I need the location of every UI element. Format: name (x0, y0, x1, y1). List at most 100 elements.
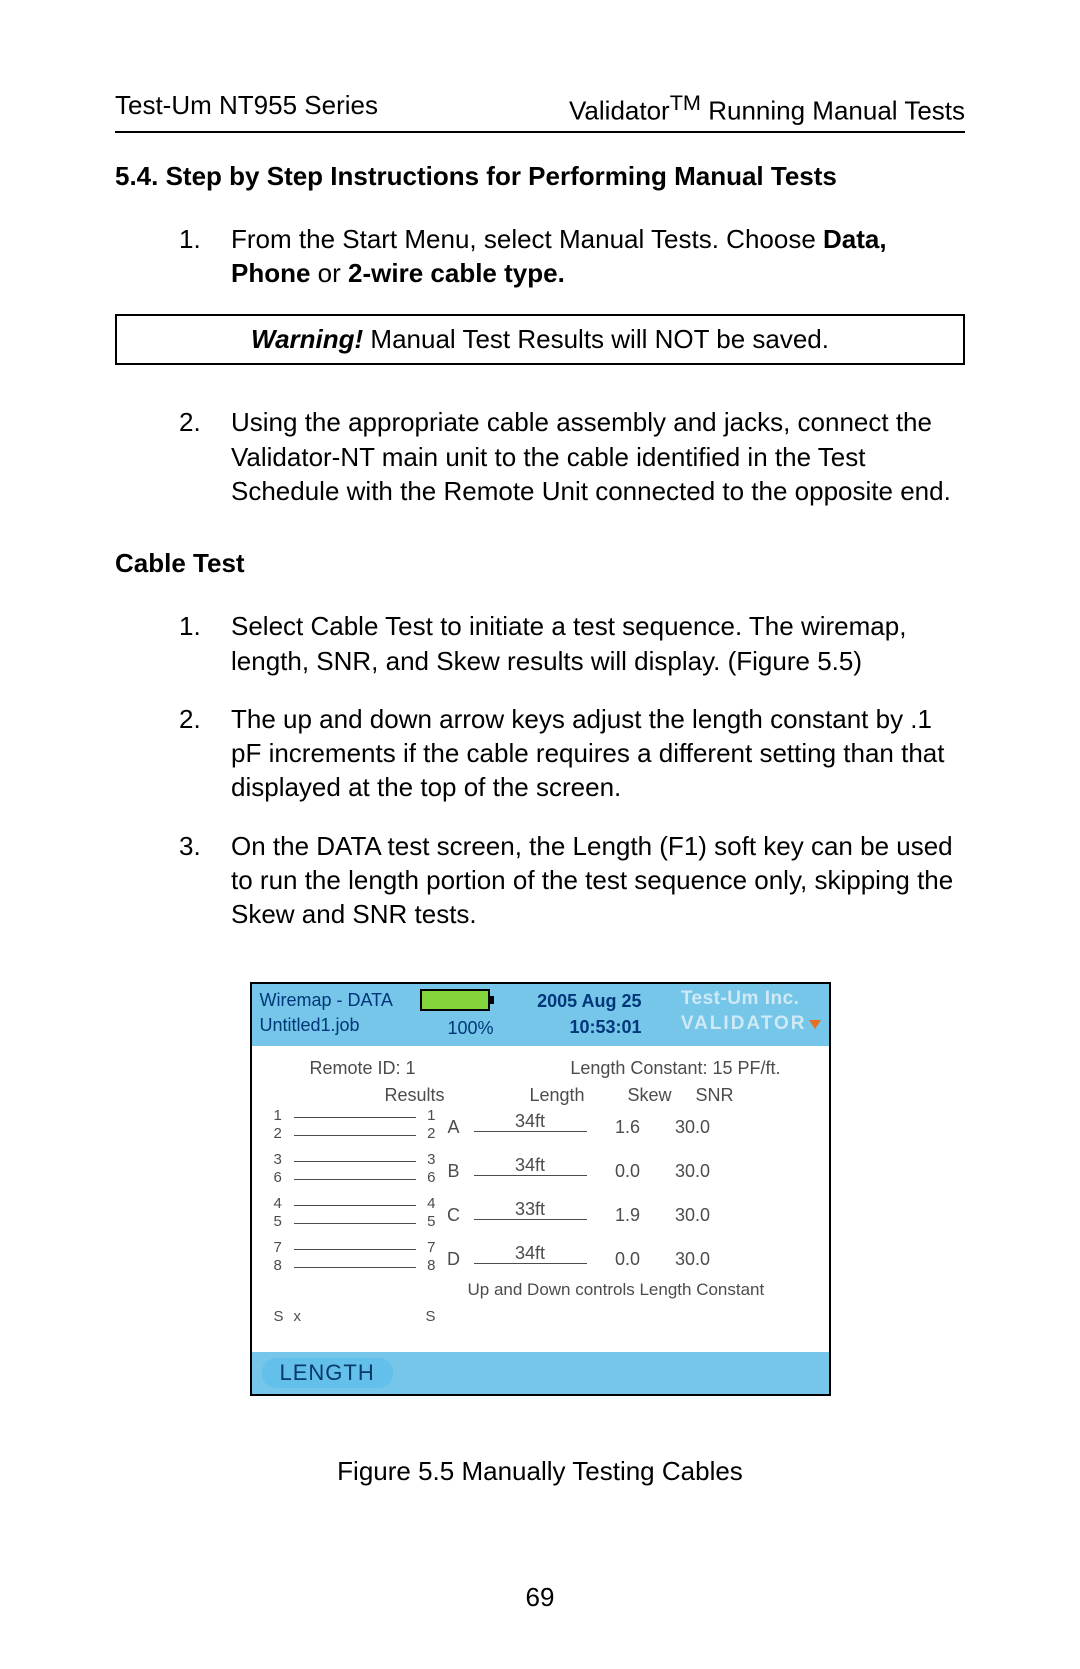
list-body: The up and down arrow keys adjust the le… (231, 702, 965, 805)
header-length: Length (500, 1085, 615, 1106)
wire-line (294, 1205, 416, 1206)
skew-value: 1.9 (593, 1205, 663, 1226)
warning-label: Warning! (251, 324, 363, 354)
pin-left: 5 (274, 1213, 282, 1230)
info-row: Remote ID: 1 Length Constant: 15 PF/ft. (270, 1058, 811, 1085)
pair-label: C (440, 1205, 468, 1226)
softkey-length[interactable]: LENGTH (262, 1358, 393, 1388)
list-body: Select Cable Test to initiate a test seq… (231, 609, 965, 678)
battery-percent: 100% (448, 1018, 494, 1039)
column-headers: Results Length Skew SNR (270, 1085, 811, 1106)
list-body: From the Start Menu, select Manual Tests… (231, 222, 965, 291)
pair-label: D (440, 1249, 468, 1270)
pin-right: 8 (427, 1257, 435, 1274)
device-softkey-bar: LENGTH (252, 1352, 829, 1394)
text-bold: 2-wire cable type. (348, 258, 565, 288)
text-run: From the Start Menu, select Manual Tests… (231, 224, 823, 254)
list-item: 2. The up and down arrow keys adjust the… (179, 702, 965, 805)
list-item: 2. Using the appropriate cable assembly … (179, 405, 965, 508)
wiremap-shield: S x S (270, 1308, 440, 1328)
pin-right: 3 (427, 1151, 435, 1168)
brand-product: VALIDATOR (681, 1013, 807, 1034)
length-cell: 34ft (468, 1249, 593, 1270)
list-body: Using the appropriate cable assembly and… (231, 405, 965, 508)
header-skew: Skew (615, 1085, 685, 1106)
page: Test-Um NT955 Series ValidatorTM Running… (0, 0, 1080, 1669)
length-value: 34ft (515, 1111, 545, 1131)
wire-line (294, 1117, 416, 1118)
skew-value: 0.0 (593, 1249, 663, 1270)
length-cell: 34ft (468, 1117, 593, 1138)
length-underline-icon (474, 1131, 587, 1132)
dropdown-triangle-icon (809, 1020, 821, 1029)
pin-left: 2 (274, 1125, 282, 1142)
skew-value: 0.0 (593, 1161, 663, 1182)
wiremap-pair: 3636 (270, 1153, 440, 1191)
pair-row: 3636B34ft0.030.0 (270, 1150, 811, 1194)
list-number: 1. (179, 609, 231, 678)
list-item: 1. Select Cable Test to initiate a test … (179, 609, 965, 678)
snr-value: 30.0 (663, 1249, 723, 1270)
pair-row: 4545C33ft1.930.0 (270, 1194, 811, 1238)
length-cell: 34ft (468, 1161, 593, 1182)
pin-left: 4 (274, 1195, 282, 1212)
list-number: 3. (179, 829, 231, 932)
pin-left: 6 (274, 1169, 282, 1186)
length-value: 33ft (515, 1199, 545, 1219)
header-left: Test-Um NT955 Series (115, 90, 378, 127)
snr-value: 30.0 (663, 1117, 723, 1138)
wiremap-pair: 7878 (270, 1241, 440, 1279)
subsection-heading: Cable Test (115, 548, 965, 579)
date-label: 2005 Aug 25 (522, 988, 642, 1014)
pair-row: 1212A34ft1.630.0 (270, 1106, 811, 1150)
pin-right: 2 (427, 1125, 435, 1142)
pin-right: 6 (427, 1169, 435, 1186)
job-filename: Untitled1.job (260, 1013, 393, 1038)
wire-line (294, 1161, 416, 1162)
list-number: 1. (179, 222, 231, 291)
pair-row: 7878D34ft0.030.0 (270, 1238, 811, 1282)
figure-caption: Figure 5.5 Manually Testing Cables (250, 1456, 831, 1487)
device-screenshot: Wiremap - DATA Untitled1.job 100% 2005 A… (250, 982, 831, 1396)
list-number: 2. (179, 405, 231, 508)
wire-line (294, 1179, 416, 1180)
shield-x: x (294, 1308, 302, 1325)
device-title-block: Wiremap - DATA Untitled1.job (252, 984, 401, 1046)
header-right-section: Running Manual Tests (701, 96, 965, 126)
ordered-list-main-cont: 2. Using the appropriate cable assembly … (179, 405, 965, 508)
length-underline-icon (474, 1263, 587, 1264)
pin-left: 8 (274, 1257, 282, 1274)
ordered-list-main: 1. From the Start Menu, select Manual Te… (179, 222, 965, 291)
list-item: 1. From the Start Menu, select Manual Te… (179, 222, 965, 291)
header-right: ValidatorTM Running Manual Tests (569, 90, 965, 127)
length-value: 34ft (515, 1243, 545, 1263)
battery-icon (420, 989, 490, 1011)
pin-left: 1 (274, 1107, 282, 1124)
length-constant-label: Length Constant: 15 PF/ft. (570, 1058, 780, 1079)
header-right-product: Validator (569, 96, 670, 126)
wire-line (294, 1267, 416, 1268)
wiremap-pair: 4545 (270, 1197, 440, 1235)
length-underline-icon (474, 1219, 587, 1220)
pin-right: 5 (427, 1213, 435, 1230)
device-body: Remote ID: 1 Length Constant: 15 PF/ft. … (252, 1046, 829, 1352)
warning-box: Warning! Manual Test Results will NOT be… (115, 314, 965, 365)
text-run: or (310, 258, 348, 288)
list-item: 3. On the DATA test screen, the Length (… (179, 829, 965, 932)
list-number: 2. (179, 702, 231, 805)
warning-text: Manual Test Results will NOT be saved. (363, 324, 829, 354)
wire-line (294, 1249, 416, 1250)
pairs-container: 1212A34ft1.630.03636B34ft0.030.04545C33f… (270, 1106, 811, 1282)
length-cell: 33ft (468, 1205, 593, 1226)
pair-label: A (440, 1117, 468, 1138)
header-results: Results (330, 1085, 500, 1106)
trademark-symbol: TM (670, 90, 701, 115)
brand-block: Test-Um Inc. VALIDATOR (681, 986, 821, 1037)
pin-right: 7 (427, 1239, 435, 1256)
pin-left: 7 (274, 1239, 282, 1256)
skew-value: 1.6 (593, 1117, 663, 1138)
running-header: Test-Um NT955 Series ValidatorTM Running… (115, 90, 965, 133)
pair-label: B (440, 1161, 468, 1182)
shield-left: S (274, 1308, 284, 1325)
time-label: 10:53:01 (522, 1014, 642, 1040)
